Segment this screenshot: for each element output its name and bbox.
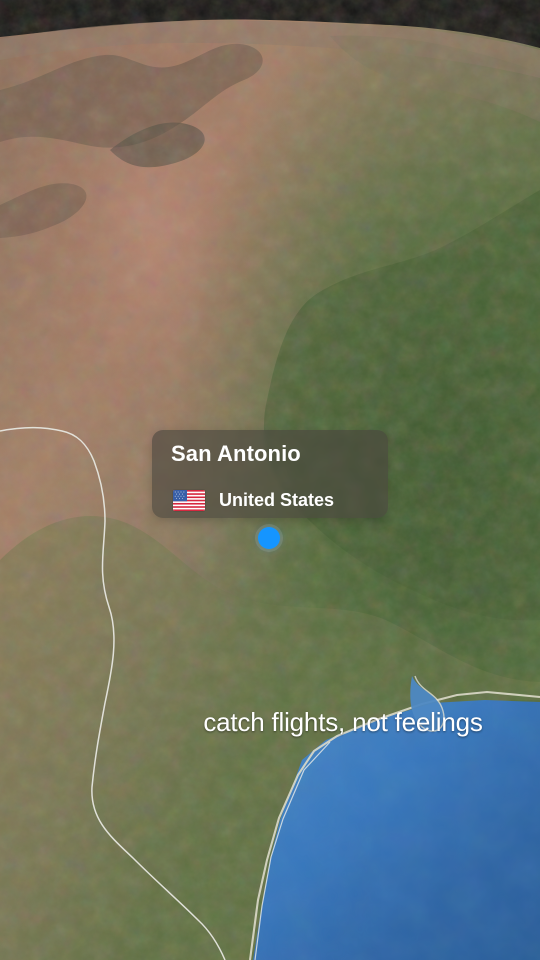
map-screen: San Antonio United States catch flights,… bbox=[0, 0, 540, 960]
video-caption: catch flights, not feelings bbox=[203, 707, 483, 737]
us-flag-icon bbox=[173, 489, 205, 511]
country-row: United States bbox=[173, 486, 334, 514]
location-dot-icon[interactable] bbox=[258, 527, 280, 549]
location-card[interactable]: San Antonio United States bbox=[152, 430, 388, 518]
country-name: United States bbox=[219, 490, 335, 510]
city-name: San Antonio bbox=[171, 441, 301, 466]
